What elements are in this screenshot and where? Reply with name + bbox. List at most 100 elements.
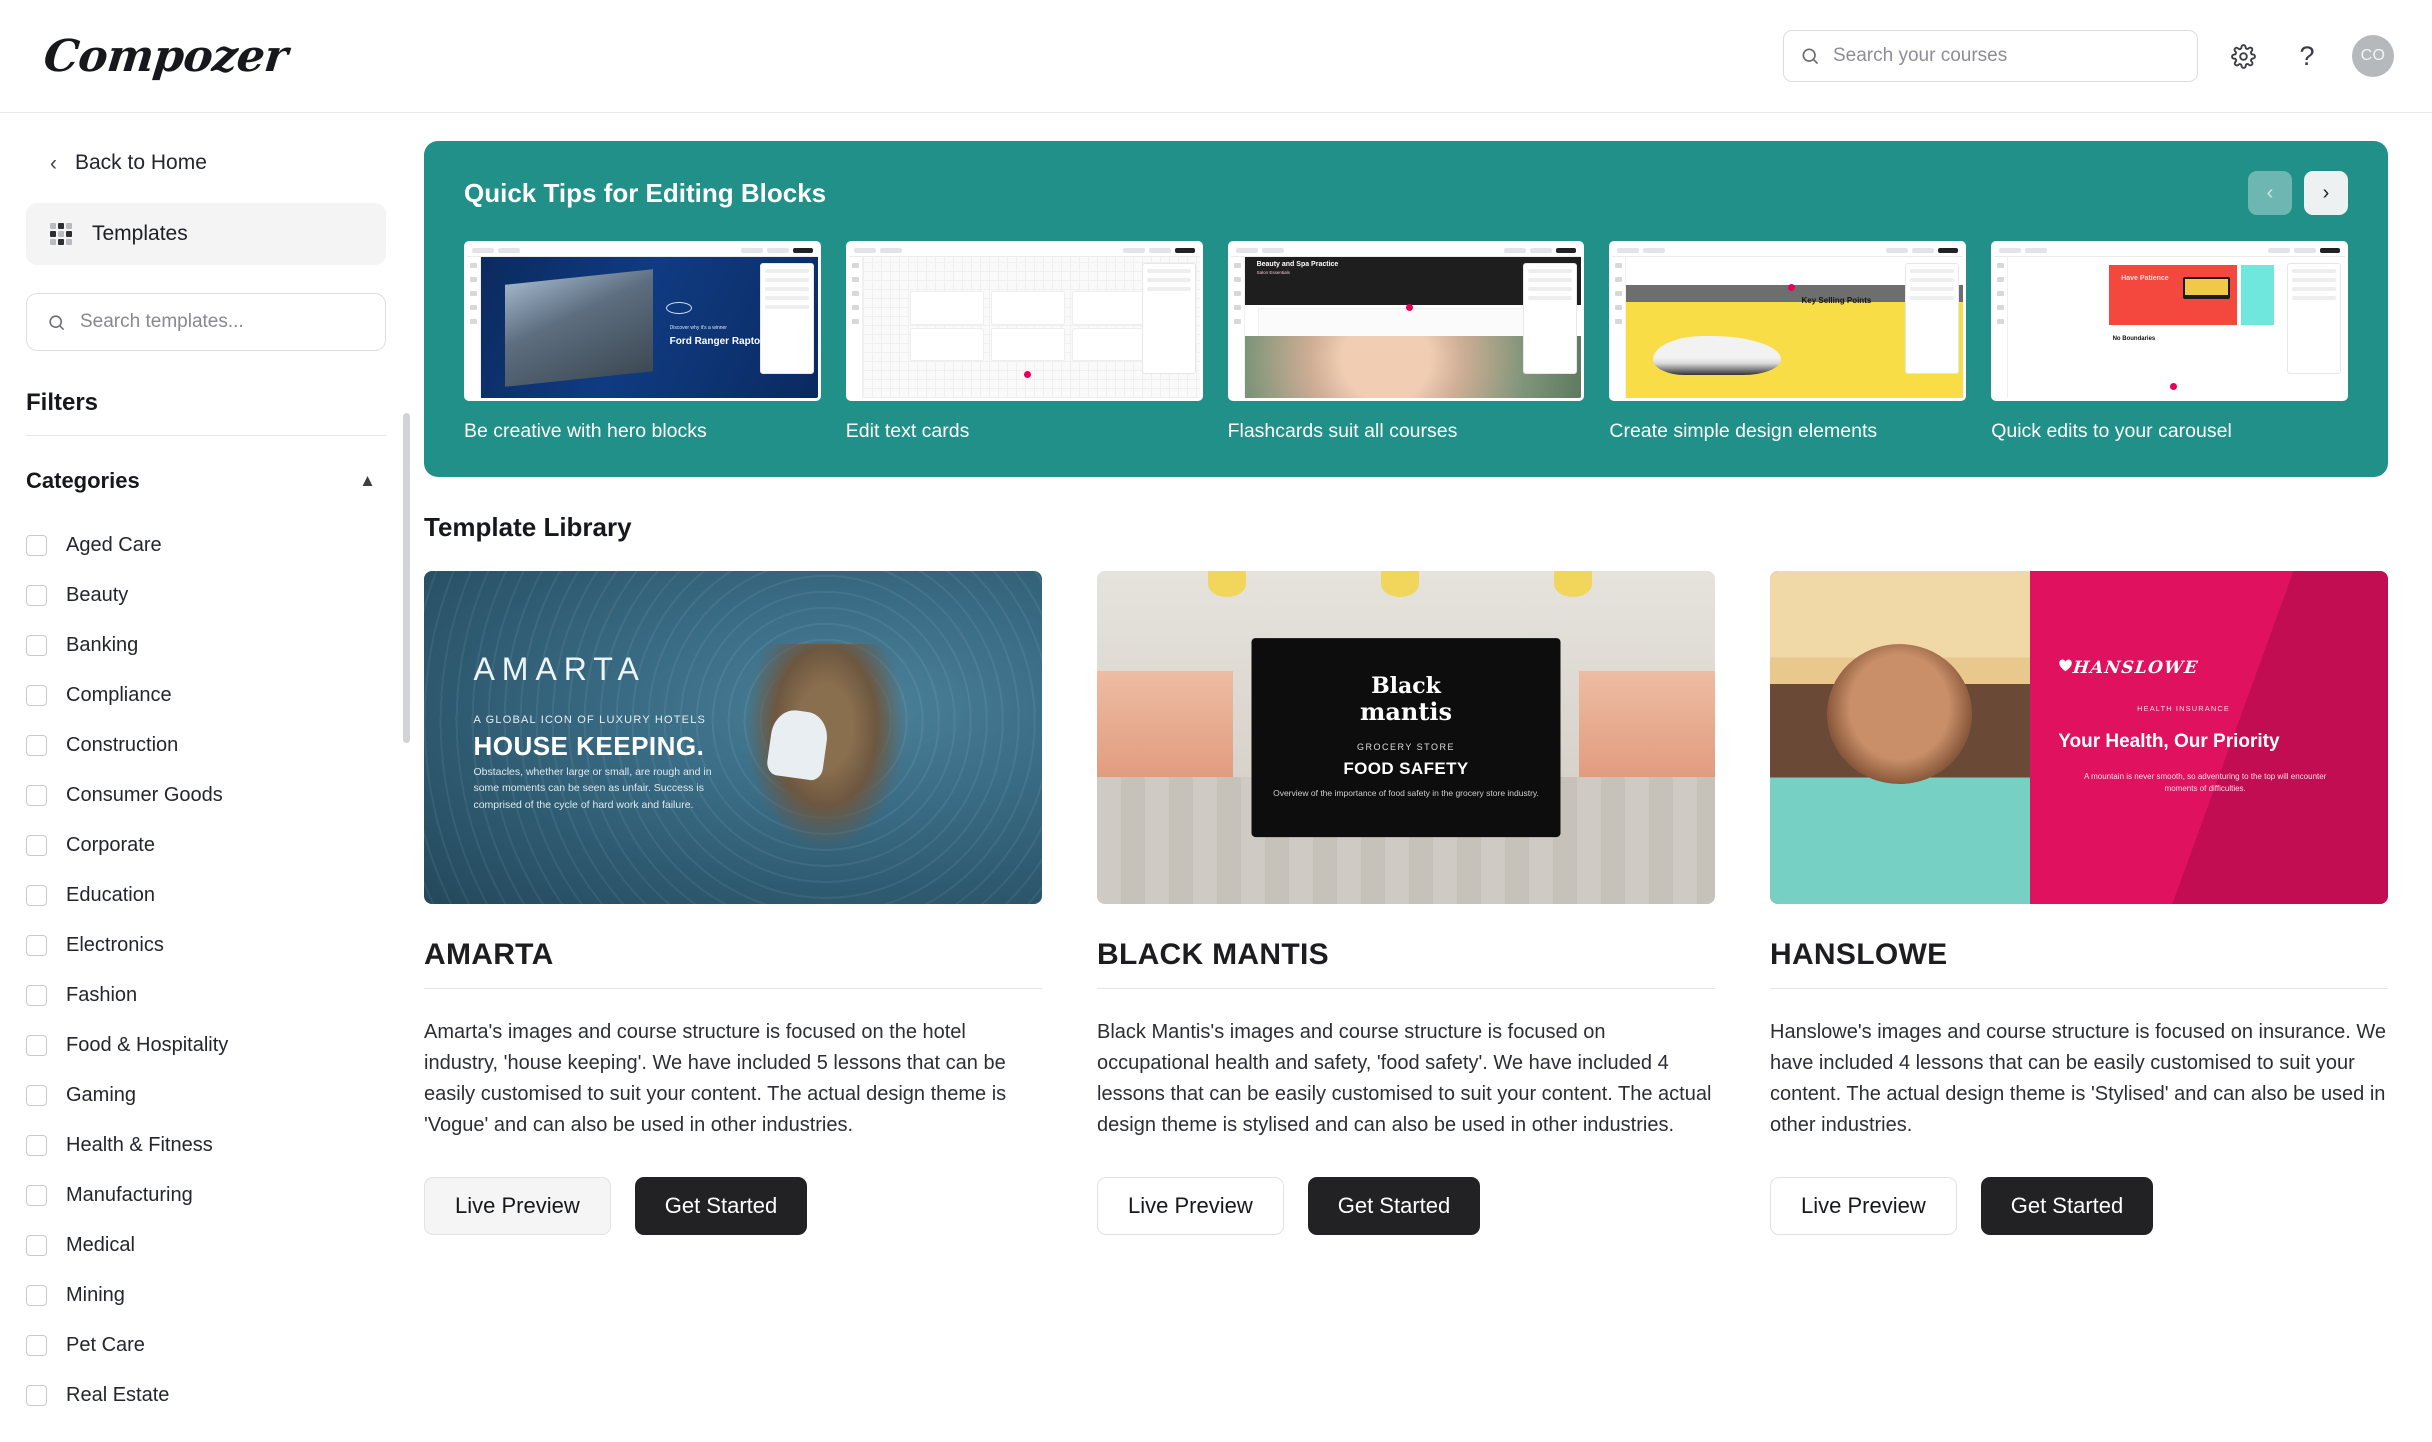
filters-heading: Filters xyxy=(26,389,99,416)
thumbnail-logo: HANSLOWE xyxy=(2071,657,2200,678)
template-thumbnail[interactable]: AMARTA A GLOBAL ICON OF LUXURY HOTELS HO… xyxy=(424,571,1042,904)
gear-icon xyxy=(2230,43,2256,69)
quick-tip-thumbnail: Key Selling Points xyxy=(1609,241,1967,401)
category-checkbox[interactable] xyxy=(26,1384,47,1406)
template-library-heading: Template Library xyxy=(424,512,632,542)
category-checkbox[interactable] xyxy=(26,584,47,606)
category-checkbox[interactable] xyxy=(26,534,47,556)
quick-tip-item[interactable]: Edit text cards xyxy=(845,241,1203,443)
category-checkbox[interactable] xyxy=(26,634,47,656)
template-actions: Live Preview Get Started xyxy=(1097,1177,1715,1235)
category-row[interactable]: Aged Care xyxy=(26,520,386,570)
category-checkbox[interactable] xyxy=(26,1234,47,1256)
category-checkbox[interactable] xyxy=(26,884,47,906)
template-title: BLACK MANTIS xyxy=(1097,938,1329,971)
category-checkbox[interactable] xyxy=(26,984,47,1006)
template-title: HANSLOWE xyxy=(1770,938,1948,971)
category-filter-list: Aged Care Beauty Banking Compliance Cons… xyxy=(26,520,386,1420)
help-button[interactable]: ? xyxy=(2288,37,2326,75)
header-actions: Search your courses ? CO xyxy=(1783,30,2394,82)
category-checkbox[interactable] xyxy=(26,1034,47,1056)
template-card: HANSLOWE HEALTH INSURANCE Your Health, O… xyxy=(1770,571,2388,1235)
settings-button[interactable] xyxy=(2224,37,2262,75)
get-started-button[interactable]: Get Started xyxy=(1980,1177,2154,1235)
template-actions: Live Preview Get Started xyxy=(1770,1177,2388,1235)
category-checkbox[interactable] xyxy=(26,1134,47,1156)
sidebar-item-templates[interactable]: Templates xyxy=(26,203,386,265)
category-row[interactable]: Medical xyxy=(26,1220,386,1270)
categories-section-header[interactable]: Categories ▲ xyxy=(26,468,386,494)
category-label: Compliance xyxy=(66,683,172,706)
category-label: Real Estate xyxy=(66,1383,170,1406)
category-row[interactable]: Food & Hospitality xyxy=(26,1020,386,1070)
category-row[interactable]: Health & Fitness xyxy=(26,1120,386,1170)
quick-tip-item[interactable]: Discover why it's a winner Ford Ranger R… xyxy=(464,241,821,443)
category-row[interactable]: Real Estate xyxy=(26,1370,386,1420)
category-checkbox[interactable] xyxy=(26,1084,47,1106)
course-search-placeholder: Search your courses xyxy=(1833,45,2008,66)
category-label: Mining xyxy=(66,1283,125,1306)
quick-tip-label: Quick edits to your carousel xyxy=(1991,420,2232,442)
quick-tip-thumbnail: Have Patience No Boundaries xyxy=(1991,241,2348,401)
sidebar: ‹ Back to Home Templates Search template… xyxy=(0,113,412,1442)
heart-icon xyxy=(2059,659,2073,671)
course-search-input[interactable]: Search your courses xyxy=(1783,30,2198,82)
category-checkbox[interactable] xyxy=(26,934,47,956)
quick-tip-thumbnail xyxy=(845,241,1203,401)
live-preview-button[interactable]: Live Preview xyxy=(1770,1177,1957,1235)
quick-tip-thumbnail: Discover why it's a winner Ford Ranger R… xyxy=(464,241,821,401)
category-checkbox[interactable] xyxy=(26,1334,47,1356)
category-row[interactable]: Corporate xyxy=(26,820,386,870)
sidebar-scrollbar-thumb[interactable] xyxy=(403,413,410,743)
thumbnail-heading: HOUSE KEEPING. xyxy=(473,730,705,761)
category-label: Banking xyxy=(66,633,139,656)
back-to-home-button[interactable]: ‹ Back to Home xyxy=(26,141,386,185)
live-preview-button[interactable]: Live Preview xyxy=(1097,1177,1284,1235)
get-started-button[interactable]: Get Started xyxy=(634,1177,808,1235)
category-row[interactable]: Gaming xyxy=(26,1070,386,1120)
category-row[interactable]: Banking xyxy=(26,620,386,670)
carousel-controls: ‹ › xyxy=(2248,171,2348,215)
carousel-next-button[interactable]: › xyxy=(2304,171,2348,215)
get-started-button[interactable]: Get Started xyxy=(1307,1177,1481,1235)
sidebar-item-label: Templates xyxy=(92,222,188,245)
quick-tip-item[interactable]: Have Patience No Boundaries Quick edits … xyxy=(1991,241,2348,443)
app-logo[interactable]: Compozer xyxy=(41,31,290,82)
category-row[interactable]: Consumer Goods xyxy=(26,770,386,820)
category-checkbox[interactable] xyxy=(26,1184,47,1206)
chevron-up-icon[interactable]: ▲ xyxy=(359,471,376,491)
category-checkbox[interactable] xyxy=(26,834,47,856)
category-row[interactable]: Compliance xyxy=(26,670,386,720)
divider xyxy=(424,988,1042,989)
category-row[interactable]: Fashion xyxy=(26,970,386,1020)
quick-tip-thumbnail: Beauty and Spa Practice Salon Essentials xyxy=(1227,241,1585,401)
category-checkbox[interactable] xyxy=(26,684,47,706)
live-preview-button[interactable]: Live Preview xyxy=(424,1177,611,1235)
category-row[interactable]: Beauty xyxy=(26,570,386,620)
category-checkbox[interactable] xyxy=(26,784,47,806)
thumbnail-heading: Your Health, Our Priority xyxy=(2058,730,2280,752)
question-mark-icon: ? xyxy=(2299,40,2315,71)
category-row[interactable]: Education xyxy=(26,870,386,920)
category-row[interactable]: Construction xyxy=(26,720,386,770)
quick-tip-item[interactable]: Beauty and Spa Practice Salon Essentials xyxy=(1227,241,1585,443)
app-header: Compozer Search your courses ? CO xyxy=(0,0,2432,113)
template-thumbnail[interactable]: Black mantis GROCERY STORE FOOD SAFETY O… xyxy=(1097,571,1715,904)
category-row[interactable]: Mining xyxy=(26,1270,386,1320)
quick-tips-banner: Quick Tips for Editing Blocks ‹ › Discov… xyxy=(424,141,2388,477)
category-label: Education xyxy=(66,883,155,906)
category-checkbox[interactable] xyxy=(26,1284,47,1306)
template-thumbnail[interactable]: HANSLOWE HEALTH INSURANCE Your Health, O… xyxy=(1770,571,2388,904)
category-label: Health & Fitness xyxy=(66,1133,213,1156)
template-search-input[interactable]: Search templates... xyxy=(26,293,386,351)
category-checkbox[interactable] xyxy=(26,734,47,756)
category-row[interactable]: Manufacturing xyxy=(26,1170,386,1220)
category-label: Food & Hospitality xyxy=(66,1033,229,1056)
avatar[interactable]: CO xyxy=(2352,35,2394,77)
category-row[interactable]: Pet Care xyxy=(26,1320,386,1370)
category-row[interactable]: Electronics xyxy=(26,920,386,970)
search-icon xyxy=(49,314,65,330)
thumbnail-body: Overview of the importance of food safet… xyxy=(1273,787,1539,798)
quick-tip-item[interactable]: Key Selling Points Create simple design … xyxy=(1609,241,1967,443)
carousel-prev-button[interactable]: ‹ xyxy=(2248,171,2292,215)
